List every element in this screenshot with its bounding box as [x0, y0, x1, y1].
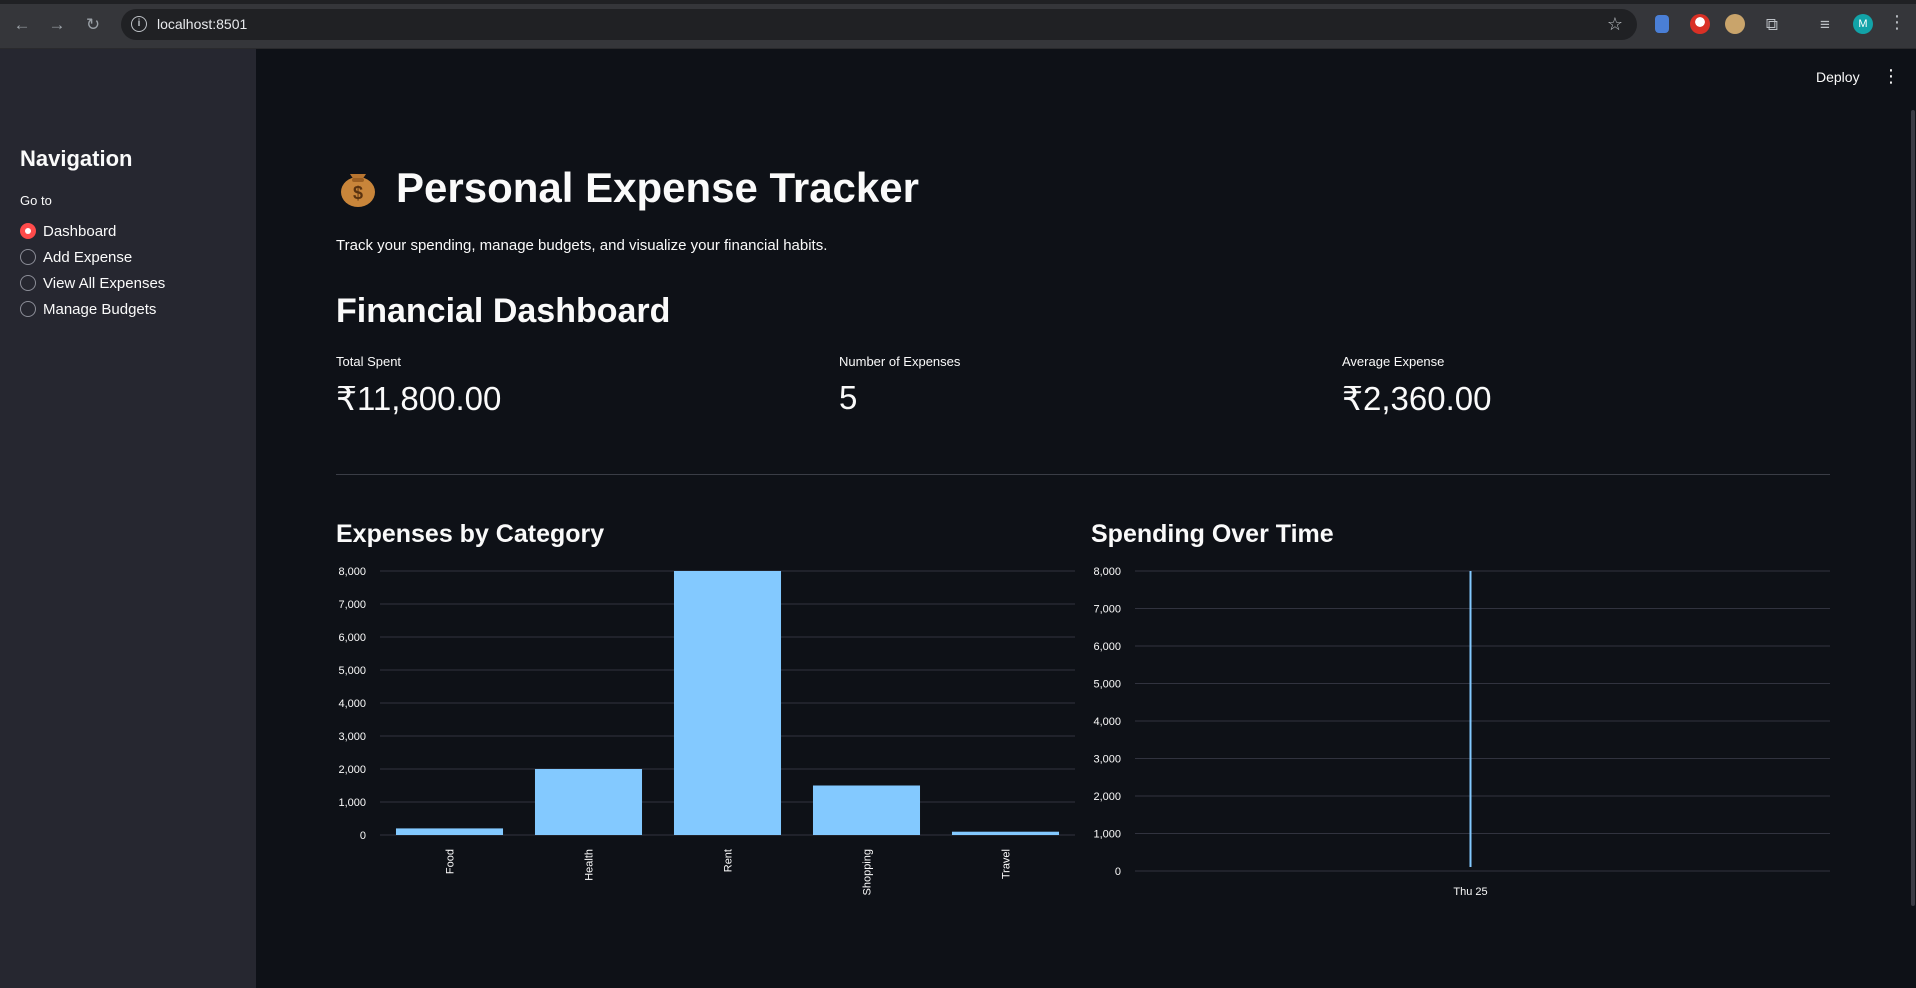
chart-title-time: Spending Over Time	[1091, 520, 1334, 548]
y-tick-label: 8,000	[338, 566, 366, 578]
metric-value: 5	[839, 379, 858, 416]
bar[interactable]	[812, 785, 921, 836]
forward-icon[interactable]: →	[46, 14, 68, 36]
sidebar-item-label: Manage Budgets	[43, 300, 157, 318]
x-tick-label: Food	[445, 849, 457, 874]
bar[interactable]	[395, 828, 504, 835]
profile-avatar[interactable]: M	[1853, 14, 1873, 34]
x-tick-label: Health	[584, 849, 596, 881]
sidebar: Navigation Go to Dashboard Add Expense V…	[0, 49, 256, 988]
browser-menu-icon[interactable]: ⋮	[1888, 12, 1906, 33]
y-tick-label: 3,000	[338, 731, 366, 743]
metric-total-spent: Total Spent ₹11,800.00	[336, 354, 501, 418]
sidebar-item-label: View All Expenses	[43, 274, 166, 292]
y-tick-label: 3,000	[1093, 754, 1121, 766]
reload-icon[interactable]: ↻	[82, 14, 104, 36]
url-text[interactable]: localhost:8501	[157, 16, 247, 32]
y-tick-label: 4,000	[338, 698, 366, 710]
metric-label: Average Expense	[1342, 354, 1445, 369]
y-tick-label: 0	[360, 830, 366, 842]
sidebar-item-label: Add Expense	[43, 248, 133, 266]
metric-label: Number of Expenses	[839, 354, 961, 369]
metric-label: Total Spent	[336, 354, 402, 369]
extension-pokeball-icon[interactable]	[1690, 14, 1710, 34]
bar[interactable]	[673, 571, 782, 835]
back-icon[interactable]: ←	[11, 14, 33, 36]
section-title: Financial Dashboard	[336, 292, 671, 330]
extension-doc-icon[interactable]	[1655, 15, 1669, 33]
x-tick-label: Travel	[1001, 849, 1013, 879]
metric-average-expense: Average Expense ₹2,360.00	[1342, 354, 1491, 418]
y-tick-label: 5,000	[338, 665, 366, 677]
extensions-puzzle-icon[interactable]: ⧉	[1761, 14, 1783, 36]
x-tick-label: Rent	[723, 849, 735, 872]
y-tick-label: 2,000	[338, 764, 366, 776]
scrollbar[interactable]	[1911, 110, 1915, 906]
metric-number-of-expenses: Number of Expenses 5	[839, 354, 960, 417]
y-tick-label: 0	[1115, 866, 1121, 878]
sidebar-item-manage-budgets[interactable]: Manage Budgets	[20, 298, 156, 320]
radio-selected-icon[interactable]	[20, 223, 36, 239]
bar[interactable]	[951, 831, 1060, 835]
chart-title-category: Expenses by Category	[336, 520, 605, 548]
page-title-text: Personal Expense Tracker	[396, 164, 919, 211]
sidebar-item-view-all-expenses[interactable]: View All Expenses	[20, 272, 165, 294]
y-tick-label: 4,000	[1093, 716, 1121, 728]
y-tick-label: 5,000	[1093, 679, 1121, 691]
metric-value: ₹2,360.00	[1342, 380, 1492, 417]
y-tick-label: 2,000	[1093, 791, 1121, 803]
metric-value: ₹11,800.00	[336, 380, 502, 417]
site-info-icon[interactable]: i	[131, 16, 147, 32]
y-tick-label: 1,000	[338, 797, 366, 809]
radio-icon[interactable]	[20, 249, 36, 265]
sidebar-item-dashboard[interactable]: Dashboard	[20, 220, 116, 242]
y-tick-label: 6,000	[338, 632, 366, 644]
svg-text:$: $	[353, 183, 363, 203]
y-tick-label: 6,000	[1093, 641, 1121, 653]
radio-icon[interactable]	[20, 301, 36, 317]
sidebar-item-label: Dashboard	[43, 222, 117, 240]
sidebar-title: Navigation	[20, 146, 133, 171]
y-tick-label: 7,000	[1093, 604, 1121, 616]
x-tick-label: Thu 25	[1453, 886, 1487, 898]
y-tick-label: 7,000	[338, 599, 366, 611]
page-subtitle: Track your spending, manage budgets, and…	[336, 237, 828, 254]
divider	[336, 474, 1830, 475]
x-tick-label: Shopping	[862, 849, 874, 896]
spending-time-chart[interactable]: 0 1,000 2,000 3,000 4,000 5,000 6,000 7,000 8,00…	[1085, 565, 1835, 910]
address-bar[interactable]: i localhost:8501 ☆	[121, 9, 1637, 40]
y-tick-label: 8,000	[1093, 566, 1121, 578]
radio-icon[interactable]	[20, 275, 36, 291]
page-title: $ Personal Expense Tracker	[336, 164, 919, 212]
app-menu-icon[interactable]: ⋮	[1882, 66, 1900, 87]
money-bag-icon: $	[341, 174, 375, 207]
media-controls-icon[interactable]: ≡	[1814, 14, 1836, 36]
browser-toolbar: ← → ↻ i localhost:8501 ☆ ⧉ ≡ M ⋮	[0, 0, 1916, 49]
tab-strip	[0, 0, 1916, 4]
bar[interactable]	[534, 769, 643, 835]
radio-group-label: Go to	[20, 193, 52, 208]
extension-face-icon[interactable]	[1725, 14, 1745, 34]
sidebar-item-add-expense[interactable]: Add Expense	[20, 246, 132, 268]
deploy-button[interactable]: Deploy	[1816, 69, 1860, 85]
category-bar-chart[interactable]: 0 1,000 2,000 3,000 4,000 5,000 6,000 7,000 8,00…	[330, 565, 1080, 910]
bookmark-star-icon[interactable]: ☆	[1607, 14, 1623, 35]
y-tick-label: 1,000	[1093, 829, 1121, 841]
